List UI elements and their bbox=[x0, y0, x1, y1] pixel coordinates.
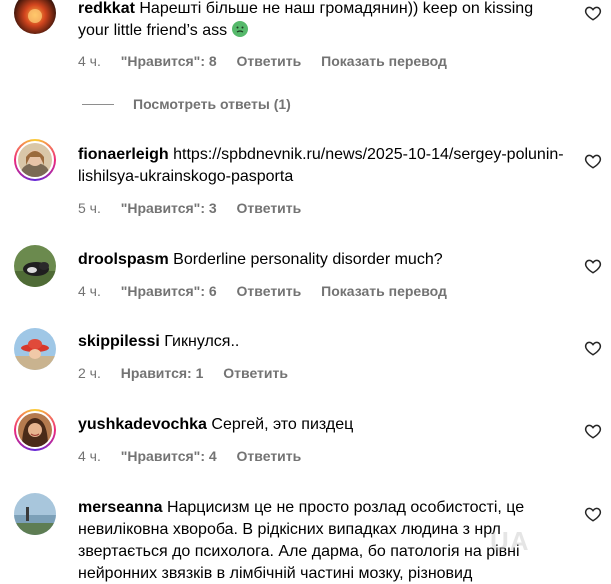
comment-likes[interactable]: "Нравится": 6 bbox=[121, 283, 217, 299]
avatar-image bbox=[18, 413, 52, 447]
comment-likes[interactable]: Нравится: 1 bbox=[121, 365, 204, 381]
comment-likes[interactable]: "Нравится": 8 bbox=[121, 53, 217, 69]
comment-body: fionaerleigh https://spbdnevnik.ru/news/… bbox=[78, 144, 564, 188]
heart-outline-icon[interactable] bbox=[584, 505, 602, 523]
reply-button[interactable]: Ответить bbox=[237, 448, 302, 464]
comment-text: Нарешті більше не наш громадянин)) keep … bbox=[78, 0, 534, 39]
translate-button[interactable]: Показать перевод bbox=[321, 53, 447, 69]
comment-body: redkkat Нарешті більше не наш громадянин… bbox=[78, 0, 564, 42]
avatar-redkkat[interactable] bbox=[14, 0, 56, 34]
comments-panel: redkkat Нарешті більше не наш громадянин… bbox=[0, 0, 611, 584]
comment-meta: 2 ч. Нравится: 1 Ответить bbox=[78, 364, 304, 382]
avatar-image bbox=[18, 143, 52, 177]
comment-time: 4 ч. bbox=[78, 283, 101, 299]
translate-button[interactable]: Показать перевод bbox=[321, 283, 447, 299]
comment-username[interactable]: merseanna bbox=[78, 499, 163, 516]
comment-meta: 4 ч. "Нравится": 8 Ответить Показать пер… bbox=[78, 52, 463, 70]
avatar-yushkadevochka[interactable] bbox=[14, 409, 56, 451]
heart-outline-icon[interactable] bbox=[584, 257, 602, 275]
reply-button[interactable]: Ответить bbox=[223, 365, 288, 381]
comment-time: 4 ч. bbox=[78, 448, 101, 464]
avatar-image bbox=[14, 493, 56, 535]
comment-meta: 4 ч. "Нравится": 4 Ответить bbox=[78, 447, 317, 465]
avatar-merseanna[interactable] bbox=[14, 493, 56, 535]
comment-text: Сергей, это пиздец bbox=[211, 416, 354, 433]
comment-body: skippilessi Гикнулся.. bbox=[78, 331, 564, 353]
avatar-image bbox=[14, 245, 56, 287]
comment-time: 5 ч. bbox=[78, 200, 101, 216]
comment-time: 2 ч. bbox=[78, 365, 101, 381]
watermark: UA bbox=[490, 526, 530, 556]
nauseated-face-emoji bbox=[231, 21, 248, 37]
avatar-droolspasm[interactable] bbox=[14, 245, 56, 287]
comment-username[interactable]: droolspasm bbox=[78, 251, 169, 268]
reply-button[interactable]: Ответить bbox=[237, 53, 302, 69]
comment-likes[interactable]: "Нравится": 3 bbox=[121, 200, 217, 216]
view-replies[interactable]: Посмотреть ответы (1) bbox=[82, 94, 291, 114]
comment-body: droolspasm Borderline personality disord… bbox=[78, 249, 564, 271]
avatar-image bbox=[14, 328, 56, 370]
avatar-skippilessi[interactable] bbox=[14, 328, 56, 370]
comment-text: Гикнулся.. bbox=[164, 333, 240, 350]
comment-time: 4 ч. bbox=[78, 53, 101, 69]
reply-button[interactable]: Ответить bbox=[237, 283, 302, 299]
replies-divider bbox=[82, 103, 114, 105]
avatar-fionaerleigh[interactable] bbox=[14, 139, 56, 181]
view-replies-label[interactable]: Посмотреть ответы (1) bbox=[133, 96, 291, 112]
comment-username[interactable]: fionaerleigh bbox=[78, 146, 169, 163]
heart-outline-icon[interactable] bbox=[584, 4, 602, 22]
heart-outline-icon[interactable] bbox=[584, 152, 602, 170]
comment-likes[interactable]: "Нравится": 4 bbox=[121, 448, 217, 464]
comment-username[interactable]: yushkadevochka bbox=[78, 416, 207, 433]
comment-text: Borderline personality disorder much? bbox=[173, 251, 443, 268]
comment-body: yushkadevochka Сергей, это пиздец bbox=[78, 414, 564, 436]
heart-outline-icon[interactable] bbox=[584, 422, 602, 440]
avatar-image bbox=[14, 0, 56, 34]
comment-meta: 5 ч. "Нравится": 3 Ответить bbox=[78, 199, 317, 217]
comment-username[interactable]: redkkat bbox=[78, 0, 135, 17]
heart-outline-icon[interactable] bbox=[584, 339, 602, 357]
comment-meta: 4 ч. "Нравится": 6 Ответить Показать пер… bbox=[78, 282, 463, 300]
comment-username[interactable]: skippilessi bbox=[78, 333, 160, 350]
reply-button[interactable]: Ответить bbox=[237, 200, 302, 216]
